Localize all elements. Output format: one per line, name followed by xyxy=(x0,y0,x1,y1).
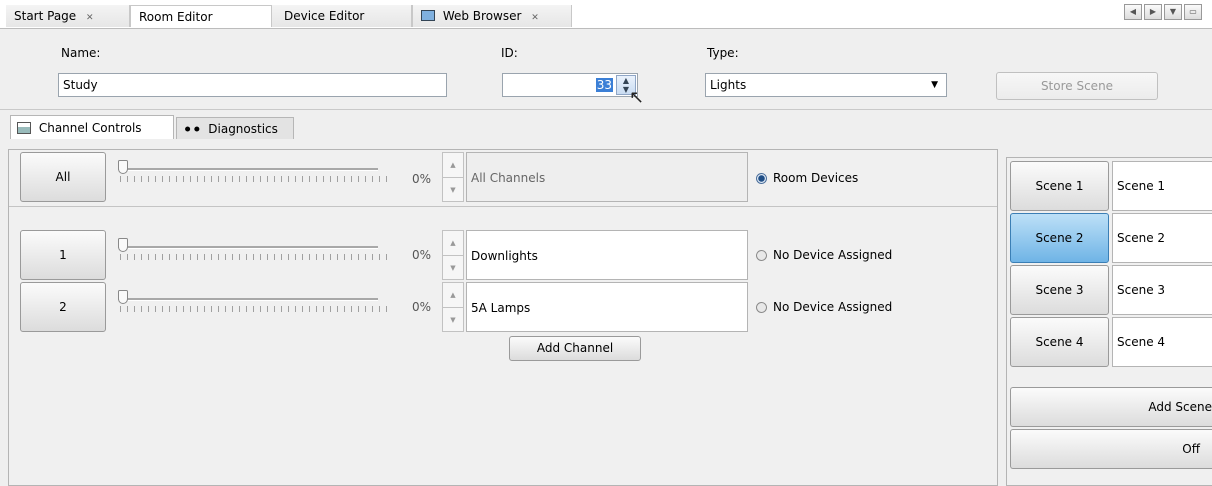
tab-label: Device Editor xyxy=(284,9,365,23)
slider-thumb[interactable] xyxy=(118,160,128,174)
radio-unselected-icon xyxy=(756,302,767,313)
radio-unselected-icon xyxy=(756,250,767,261)
scroll-right-icon[interactable]: ▶ xyxy=(1144,4,1162,20)
scene-4-name[interactable]: Scene 4 xyxy=(1112,317,1212,367)
channel-2-button[interactable]: 2 xyxy=(20,282,106,332)
name-field[interactable]: Study xyxy=(58,73,447,97)
chevron-down-icon: ▼ xyxy=(931,80,938,90)
id-value: 33 xyxy=(595,78,613,92)
tab-start-page[interactable]: Start Page ✕ xyxy=(6,5,130,27)
room-devices-radio[interactable]: Room Devices xyxy=(756,171,858,185)
channel-1-radio[interactable]: No Device Assigned xyxy=(756,248,892,262)
scene-2-name[interactable]: Scene 2 xyxy=(1112,213,1212,263)
radio-selected-icon xyxy=(756,173,767,184)
tab-label: Diagnostics xyxy=(208,122,278,136)
channel-1-percent: 0% xyxy=(412,248,432,262)
all-spinner[interactable]: ▲ ▼ xyxy=(442,152,464,202)
channel-1-slider[interactable] xyxy=(118,237,388,261)
divider xyxy=(9,206,997,207)
scene-2-button[interactable]: Scene 2 xyxy=(1010,213,1109,263)
close-icon[interactable]: ✕ xyxy=(86,13,94,23)
mouse-cursor-icon: ↖ xyxy=(629,87,645,108)
add-scene-button[interactable]: Add Scene xyxy=(1010,387,1212,427)
slider-thumb[interactable] xyxy=(118,238,128,252)
channel-1-spinner[interactable]: ▲ ▼ xyxy=(442,230,464,280)
tab-web-browser[interactable]: Web Browser ✕ xyxy=(412,5,572,27)
all-channels-name: All Channels xyxy=(466,152,748,202)
scroll-left-icon[interactable]: ◀ xyxy=(1124,4,1142,20)
tab-label: Room Editor xyxy=(139,10,213,24)
scene-3-name[interactable]: Scene 3 xyxy=(1112,265,1212,315)
room-editor-panel: Name: Study ID: 33 ▲ ▼ ↖ Type: Lights ▼ S… xyxy=(0,28,1212,486)
monitor-icon xyxy=(421,10,435,21)
all-slider[interactable] xyxy=(118,159,388,183)
type-select[interactable]: Lights ▼ xyxy=(705,73,947,97)
document-tab-bar: Start Page ✕ Room Editor Device Editor W… xyxy=(0,0,1212,30)
all-percent: 0% xyxy=(412,172,432,186)
radio-label: No Device Assigned xyxy=(773,248,893,262)
channel-2-radio[interactable]: No Device Assigned xyxy=(756,300,892,314)
channel-2-slider[interactable] xyxy=(118,289,388,313)
all-button[interactable]: All xyxy=(20,152,106,202)
maximize-icon[interactable]: ▭ xyxy=(1184,4,1202,20)
scene-1-button[interactable]: Scene 1 xyxy=(1010,161,1109,211)
scene-4-button[interactable]: Scene 4 xyxy=(1010,317,1109,367)
tab-room-editor[interactable]: Room Editor xyxy=(130,5,272,27)
tab-label: Start Page xyxy=(14,9,77,23)
type-label: Type: xyxy=(707,46,739,60)
tab-device-editor[interactable]: Device Editor xyxy=(272,5,412,27)
store-scene-button[interactable]: Store Scene xyxy=(996,72,1158,100)
radio-label: No Device Assigned xyxy=(773,300,893,314)
tab-label: Channel Controls xyxy=(38,121,142,135)
add-channel-button[interactable]: Add Channel xyxy=(509,336,641,361)
tab-channel-controls[interactable]: Channel Controls xyxy=(10,115,174,139)
tab-navigation: ◀ ▶ ▼ ▭ xyxy=(1124,4,1202,20)
scene-1-name[interactable]: Scene 1 xyxy=(1112,161,1212,211)
off-button[interactable]: Off xyxy=(1010,429,1212,469)
divider xyxy=(0,109,1212,110)
radio-label: Room Devices xyxy=(773,171,859,185)
id-label: ID: xyxy=(501,46,518,60)
type-value: Lights xyxy=(710,78,747,92)
slider-thumb[interactable] xyxy=(118,290,128,304)
channel-2-percent: 0% xyxy=(412,300,432,314)
scene-3-button[interactable]: Scene 3 xyxy=(1010,265,1109,315)
console-icon xyxy=(17,122,31,134)
channel-2-spinner[interactable]: ▲ ▼ xyxy=(442,282,464,332)
tab-diagnostics[interactable]: ⚫⚫ Diagnostics xyxy=(176,117,294,139)
channel-1-name[interactable]: Downlights xyxy=(466,230,748,280)
binoculars-icon: ⚫⚫ xyxy=(183,123,202,136)
close-icon[interactable]: ✕ xyxy=(531,13,539,23)
tab-label: Web Browser xyxy=(442,9,522,23)
tab-list-icon[interactable]: ▼ xyxy=(1164,4,1182,20)
channel-1-button[interactable]: 1 xyxy=(20,230,106,280)
channel-2-name[interactable]: 5A Lamps xyxy=(466,282,748,332)
name-label: Name: xyxy=(61,46,101,60)
